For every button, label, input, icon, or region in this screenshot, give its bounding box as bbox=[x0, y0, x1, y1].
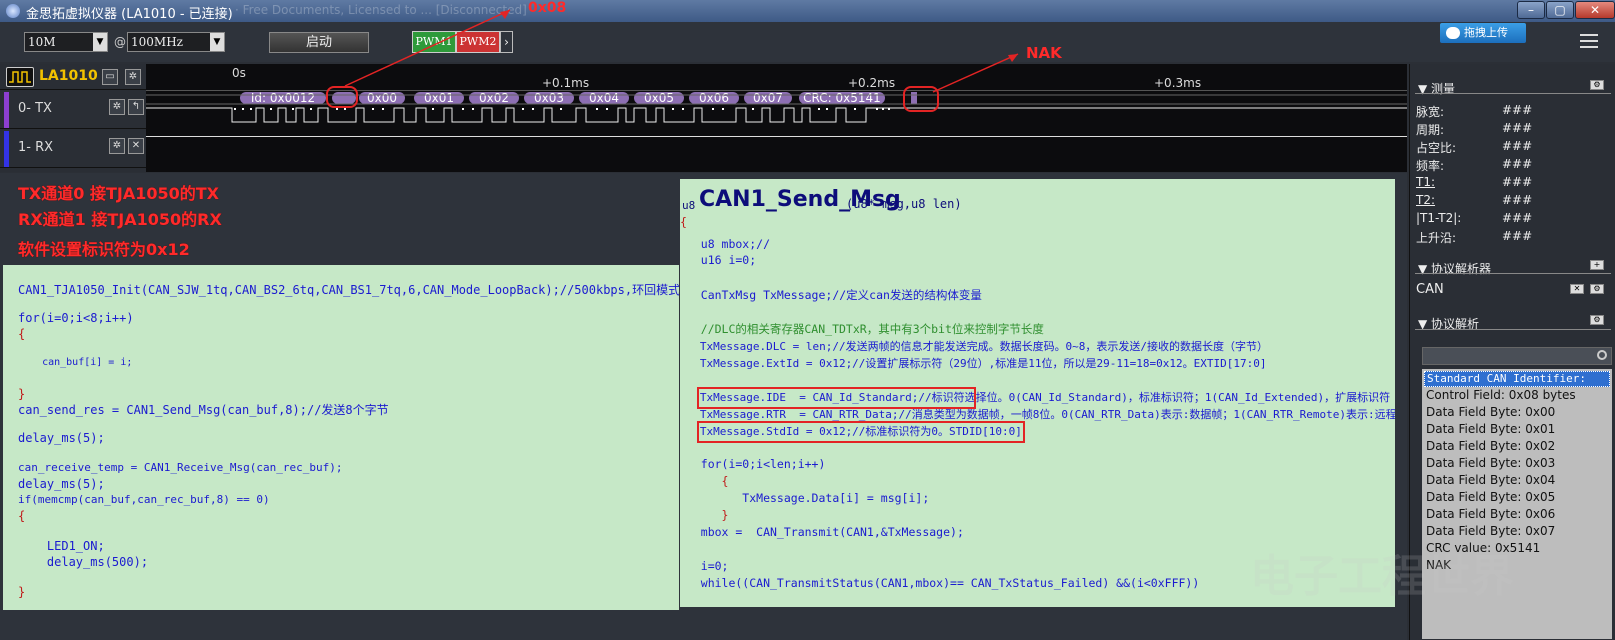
code-line: delay_ms(500); bbox=[18, 555, 149, 569]
code-line: delay_ms(5); bbox=[18, 431, 105, 445]
code-line: } bbox=[18, 585, 26, 599]
code-line: TxMessage.ExtId = 0x12;//设置扩展标示符（29位）,标准… bbox=[680, 357, 1267, 370]
code-line: { bbox=[18, 327, 26, 341]
measure-row: 上升沿: ### bbox=[1416, 229, 1606, 247]
code-line: CAN1_TJA1050_Init(CAN_SJW_1tq,CAN_BS2_6t… bbox=[18, 283, 679, 297]
list-item[interactable]: Data Field Byte: 0x05 bbox=[1424, 490, 1610, 506]
measure-row: |T1-T2|: ### bbox=[1416, 211, 1606, 229]
code-line: for(i=0;i<8;i++) bbox=[18, 311, 134, 325]
channel-color-bar bbox=[4, 131, 9, 167]
function-signature: (u8* msg,u8 len) bbox=[846, 197, 962, 211]
code-line: } bbox=[18, 387, 26, 401]
separator bbox=[1415, 93, 1611, 94]
measure-row[interactable]: T1: ### bbox=[1416, 175, 1606, 193]
note-line: TX通道0 接TJA1050的TX bbox=[18, 184, 219, 203]
separator bbox=[1415, 329, 1611, 330]
wiring-notes: TX通道0 接TJA1050的TX RX通道1 接TJA1050的RX 软件设置… bbox=[18, 180, 222, 262]
measure-key: 占空比: bbox=[1416, 141, 1457, 155]
code-line: i=0; bbox=[680, 559, 729, 573]
measure-value: ### bbox=[1502, 193, 1533, 207]
annotation-arrows bbox=[344, 9, 1019, 93]
code-line: { bbox=[18, 509, 26, 523]
code-line: TxMessage.Data[i] = msg[i]; bbox=[680, 491, 930, 505]
highlight-stdid-line bbox=[697, 421, 1025, 443]
measure-value: ### bbox=[1502, 175, 1533, 189]
measure-section-header[interactable]: ▼ 测量 bbox=[1418, 80, 1455, 97]
code-line: can_send_res = CAN1_Send_Msg(can_buf,8);… bbox=[18, 403, 389, 417]
measure-row: 周期: ### bbox=[1416, 121, 1606, 139]
watermark: 电子工程世界 bbox=[1250, 551, 1514, 602]
measure-key: |T1-T2|: bbox=[1416, 211, 1462, 225]
list-item[interactable]: Standard CAN Identifier: bbox=[1424, 371, 1610, 387]
code-line: } bbox=[680, 508, 729, 522]
code-line: mbox = CAN_Transmit(CAN1,&TxMessage); bbox=[680, 525, 964, 539]
code-line: can_receive_temp = CAN1_Receive_Msg(can_… bbox=[18, 461, 343, 474]
list-item[interactable]: Control Field: 0x08 bytes bbox=[1424, 388, 1610, 404]
code-line: u16 i=0; bbox=[680, 253, 757, 267]
code-line: { bbox=[680, 215, 687, 229]
code-line: delay_ms(5); bbox=[18, 477, 105, 491]
code-line: if(memcmp(can_buf,can_rec_buf,8) == 0) bbox=[18, 493, 270, 506]
add-analyzer-icon[interactable]: + bbox=[1590, 260, 1604, 270]
measure-key: 上升沿: bbox=[1416, 231, 1457, 245]
measure-row[interactable]: T2: ### bbox=[1416, 193, 1606, 211]
close-icon[interactable]: ✕ bbox=[128, 138, 144, 154]
close-icon[interactable]: ✕ bbox=[1570, 284, 1584, 294]
decode-search-input[interactable] bbox=[1422, 347, 1612, 365]
channel-label: 1- RX bbox=[18, 140, 54, 155]
channel-row-rx[interactable]: 1- RX ✲ ✕ bbox=[0, 130, 146, 168]
note-line: RX通道1 接TJA1050的RX bbox=[18, 210, 222, 229]
code-line: LED1_ON; bbox=[18, 539, 105, 553]
app-window: 金思拓虚拟仪器 (LA1010 - 已连接) · Free Documents,… bbox=[0, 0, 1615, 640]
measure-value: ### bbox=[1502, 121, 1533, 135]
measure-row: 占空比: ### bbox=[1416, 139, 1606, 157]
measure-value: ### bbox=[1502, 229, 1533, 243]
highlight-ide-line bbox=[697, 387, 976, 409]
gear-icon[interactable]: ⚙ bbox=[1590, 284, 1604, 294]
analyzer-section-header[interactable]: ▼ 协议解析器 bbox=[1418, 260, 1491, 277]
note-line: 软件设置标识符为0x12 bbox=[18, 240, 190, 259]
list-item[interactable]: Data Field Byte: 0x04 bbox=[1424, 473, 1610, 489]
search-icon bbox=[1597, 350, 1607, 360]
measure-settings-icon[interactable]: ⚙ bbox=[1590, 80, 1604, 90]
code-line: for(i=0;i<len;i++) bbox=[680, 457, 826, 471]
measure-value: ### bbox=[1502, 139, 1533, 153]
list-item[interactable]: Data Field Byte: 0x01 bbox=[1424, 422, 1610, 438]
separator bbox=[1415, 273, 1611, 274]
code-line: //DLC的相关寄存器CAN_TDTxR，其中有3个bit位来控制字节长度 bbox=[680, 322, 1044, 336]
measure-key: T2: bbox=[1416, 193, 1436, 207]
list-item[interactable]: Data Field Byte: 0x00 bbox=[1424, 405, 1610, 421]
measure-value: ### bbox=[1502, 157, 1533, 171]
measure-value: ### bbox=[1502, 211, 1533, 225]
list-item[interactable]: Data Field Byte: 0x06 bbox=[1424, 507, 1610, 523]
code-line: CanTxMsg TxMessage;//定义can发送的结构体变量 bbox=[680, 288, 982, 302]
code-line: TxMessage.DLC = len;//发送两帧的信息才能发送完成。数据长度… bbox=[680, 340, 1269, 353]
gear-icon[interactable]: ✲ bbox=[109, 138, 125, 154]
list-item[interactable]: Data Field Byte: 0x02 bbox=[1424, 439, 1610, 455]
measure-key: T1: bbox=[1416, 175, 1436, 189]
list-item[interactable]: Data Field Byte: 0x03 bbox=[1424, 456, 1610, 472]
left-code-panel: CAN1_TJA1050_Init(CAN_SJW_1tq,CAN_BS2_6t… bbox=[3, 265, 679, 610]
rx-waveform bbox=[146, 136, 1407, 137]
code-line: { bbox=[680, 474, 729, 488]
measure-key: 频率: bbox=[1416, 159, 1445, 173]
analyzer-name: CAN bbox=[1416, 282, 1444, 297]
list-item[interactable]: Data Field Byte: 0x07 bbox=[1424, 524, 1610, 540]
code-line: u8 mbox;// bbox=[680, 237, 771, 251]
decode-settings-icon[interactable]: ⚙ bbox=[1590, 315, 1604, 325]
code-line: while((CAN_TransmitStatus(CAN1,mbox)== C… bbox=[680, 576, 1200, 590]
code-prefix: u8 bbox=[682, 199, 696, 212]
measure-value: ### bbox=[1502, 103, 1533, 117]
measure-row: 频率: ### bbox=[1416, 157, 1606, 175]
measure-row: 脉宽: ### bbox=[1416, 103, 1606, 121]
measure-key: 脉宽: bbox=[1416, 105, 1445, 119]
measure-key: 周期: bbox=[1416, 123, 1445, 137]
code-line: can_buf[i] = i; bbox=[18, 357, 133, 368]
